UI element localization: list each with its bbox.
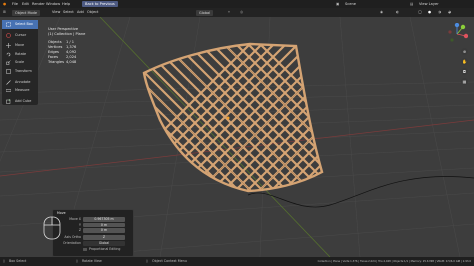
tool-label: Cursor [15,32,27,37]
perspective-toggle-icon[interactable]: ▦ [461,78,468,85]
menu-help[interactable]: Help [62,0,70,8]
shading-rendered-icon[interactable]: ◕ [448,8,451,17]
pan-hand-icon[interactable]: ✋ [461,58,468,65]
mouse-middle-icon: ▯ [76,259,78,263]
transform-orientation-dropdown[interactable]: Global [196,9,214,16]
scene-name[interactable]: Scene [345,0,356,8]
menu-view[interactable]: View [52,8,60,17]
proportional-checkbox[interactable] [83,247,87,251]
camera-view-icon[interactable]: ◘ [461,68,468,75]
move-z-field[interactable]: 0 m [83,228,125,233]
navigation-gizmo[interactable] [446,22,469,45]
viewport-info-overlay: User Perspective (1) Collection | Plane … [48,27,85,65]
zoom-icon[interactable]: ⊕ [461,48,468,55]
overlay-toggle-icon[interactable]: ◐ [396,8,399,17]
status-left-text: Box Select [9,259,27,263]
proportional-label: Proportional Editing [89,247,121,251]
tool-scale[interactable]: Scale [2,58,38,67]
scale-icon [6,60,11,66]
tool-label: Add Cube [15,98,32,103]
back-to-previous-button[interactable]: Back to Previous [82,1,118,7]
transform-icon [6,69,11,74]
move-x-label: Move X [69,217,81,221]
mouse-left-icon: ▯ [3,259,5,263]
tool-rotate[interactable]: Rotate [2,50,38,59]
status-bar: ▯ Box Select ▯ Rotate View ▯ Object Cont… [0,257,474,266]
axis-ortho-label: Axis Ortho [64,235,81,239]
move-z-label: Z [78,228,81,232]
proportional-editing-icon[interactable]: ◎ [240,8,243,17]
stat-row: Triangles 4,048 [48,60,77,64]
scene-icon[interactable]: ▣ [336,0,339,8]
shading-wireframe-icon[interactable]: ◯ [418,8,422,17]
tool-label: Annotate [15,79,31,84]
move-x-field[interactable]: 0.967305 m [83,217,125,222]
top-menu-bar: ● File Edit Render Window Help Back to P… [0,0,474,8]
cursor-icon [6,32,11,38]
tool-annotate[interactable]: Annotate [2,78,38,87]
status-center-text: Object Context Menu [152,259,187,263]
menu-edit[interactable]: Edit [22,0,29,8]
editor-type-icon[interactable]: ⊞ [3,8,6,17]
tool-add-cube[interactable]: Add Cube [2,97,38,106]
tool-cursor[interactable]: Cursor [2,31,38,40]
x-axis-handle[interactable] [463,33,469,39]
shading-solid-icon[interactable]: ● [428,8,431,17]
axis-ortho-field[interactable]: Z [83,235,125,240]
status-right-text: Collection | Plane | Verts:1,376 | Faces… [317,260,471,263]
y-axis-line [99,17,331,257]
tool-label: Scale [15,60,25,65]
move-icon [6,43,11,49]
tool-label: Rotate [15,51,27,56]
menu-window[interactable]: Window [46,0,60,8]
rotate-icon [6,52,11,57]
snap-icon[interactable]: ⌖ [228,8,230,17]
tool-select-box[interactable]: Select Box [2,20,38,29]
mouse-shortcut-icon [43,216,61,240]
tool-label: Measure [15,88,30,93]
tool-shelf: Select Box Cursor Move Rotate Scale Tran… [2,20,38,106]
status-middle-text: Rotate View [82,259,102,263]
move-y-label: Y [79,222,81,227]
view-layer-icon[interactable]: ▤ [410,0,413,8]
shading-material-icon[interactable]: ◑ [438,8,441,17]
redo-last-panel[interactable]: Move Move X 0.967305 m Y 0 m Z 0 m Axis … [52,209,134,257]
menu-file[interactable]: File [12,0,18,8]
viewport-header: ⊞ Object Mode View Select Add Object Glo… [0,8,474,17]
menu-add[interactable]: Add [77,8,84,17]
select-box-icon [6,22,11,27]
tool-measure[interactable]: Measure [2,86,38,95]
mouse-right-icon: ▯ [146,259,148,263]
add-cube-icon [6,98,11,104]
menu-select[interactable]: Select [63,8,74,17]
menu-render[interactable]: Render [32,0,45,8]
orientation-label: Orientation [63,241,81,245]
view-layer-name[interactable]: View Layer [419,0,439,8]
orientation-dropdown[interactable]: Global [83,241,125,246]
collection-label: (1) Collection | Plane [48,32,86,36]
visibility-icon[interactable]: ◉ [380,8,383,17]
object-origin [226,116,230,120]
annotate-icon [6,79,11,85]
tool-label: Move [15,43,25,48]
tool-transform[interactable]: Transform [2,67,38,76]
tool-label: Select Box [15,22,33,26]
menu-object[interactable]: Object [87,8,98,17]
tool-label: Transform [15,68,32,73]
z-axis-handle[interactable] [454,22,460,28]
measure-icon [5,88,12,93]
tool-move[interactable]: Move [2,41,38,50]
move-y-field[interactable]: 0 m [83,222,125,227]
y-axis-handle[interactable] [460,24,466,30]
blender-logo-icon[interactable]: ● [3,0,6,8]
mode-dropdown[interactable]: Object Mode [12,9,41,16]
